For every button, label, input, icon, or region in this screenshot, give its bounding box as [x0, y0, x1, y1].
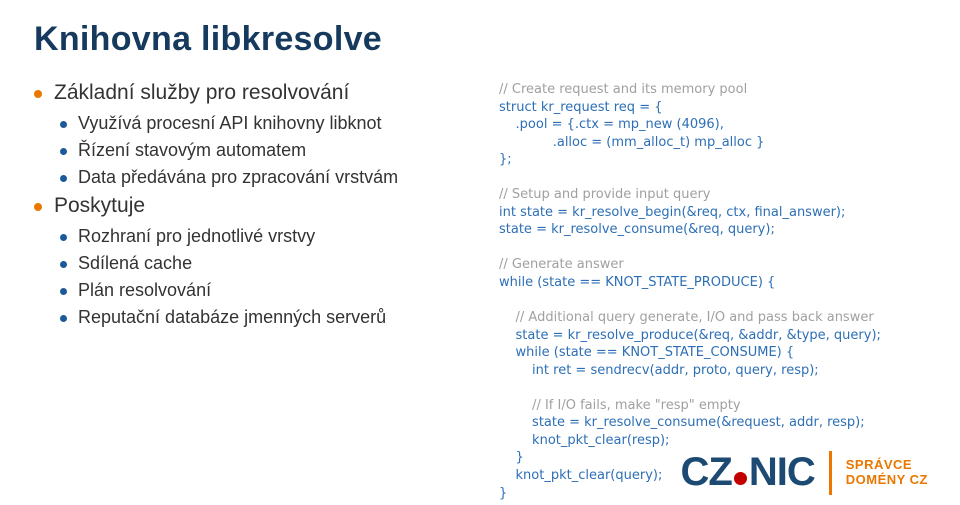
bullet-l1: Základní služby pro resolvování Využívá …	[34, 81, 479, 188]
tagline-line1: SPRÁVCE	[846, 458, 928, 473]
slide-title: Knihovna libkresolve	[34, 20, 926, 59]
bullet-text: Rozhraní pro jednotlivé vrstvy	[78, 226, 315, 246]
slide: Knihovna libkresolve Základní služby pro…	[0, 0, 960, 505]
logo-nic: NIC	[749, 450, 815, 495]
bullet-l2: Rozhraní pro jednotlivé vrstvy	[54, 226, 479, 247]
tagline-line2: DOMÉNY CZ	[846, 473, 928, 488]
code-line: state = kr_resolve_consume(&request, add…	[499, 415, 865, 430]
logo-dot-icon	[734, 472, 747, 485]
code-line: }	[499, 450, 524, 465]
content-row: Základní služby pro resolvování Využívá …	[34, 81, 926, 505]
code-comment: // Additional query generate, I/O and pa…	[499, 310, 874, 325]
bullet-text: Základní služby pro resolvování	[54, 81, 349, 104]
bullet-text: Sdílená cache	[78, 253, 192, 273]
left-column: Základní služby pro resolvování Využívá …	[34, 81, 479, 505]
bullet-l2: Řízení stavovým automatem	[54, 140, 479, 161]
bullet-l2: Data předávána pro zpracování vrstvám	[54, 167, 479, 188]
code-line: .pool = {.ctx = mp_new (4096),	[499, 117, 724, 132]
bullet-text: Využívá procesní API knihovny libknot	[78, 113, 382, 133]
bullet-text: Data předávána pro zpracování vrstvám	[78, 167, 398, 187]
bullet-l2: Sdílená cache	[54, 253, 479, 274]
code-line: knot_pkt_clear(query);	[499, 468, 662, 483]
bullet-l2: Reputační databáze jmenných serverů	[54, 307, 479, 328]
code-line: knot_pkt_clear(resp);	[499, 433, 669, 448]
code-comment: // Setup and provide input query	[499, 187, 711, 202]
code-line: .alloc = (mm_alloc_t) mp_alloc }	[499, 135, 764, 150]
bullet-l1: Poskytuje Rozhraní pro jednotlivé vrstvy…	[34, 194, 479, 328]
logo-cz: CZ	[681, 450, 732, 495]
code-line: while (state == KNOT_STATE_PRODUCE) {	[499, 275, 775, 290]
footer-tagline: SPRÁVCE DOMÉNY CZ	[846, 458, 928, 488]
title-text-1: Knihovna	[34, 20, 201, 58]
code-line: while (state == KNOT_STATE_CONSUME) {	[499, 345, 794, 360]
bullet-l2: Plán resolvování	[54, 280, 479, 301]
footer: CZ NIC SPRÁVCE DOMÉNY CZ	[681, 450, 928, 495]
bullet-text: Řízení stavovým automatem	[78, 140, 306, 160]
bullet-text: Poskytuje	[54, 194, 145, 217]
bullet-sublist: Využívá procesní API knihovny libknot Ří…	[54, 113, 479, 188]
code-line: struct kr_request req = {	[499, 100, 663, 115]
bullet-list: Základní služby pro resolvování Využívá …	[34, 81, 479, 328]
title-text-2: libkresolve	[201, 20, 382, 58]
bullet-sublist: Rozhraní pro jednotlivé vrstvy Sdílená c…	[54, 226, 479, 328]
code-line: int ret = sendrecv(addr, proto, query, r…	[499, 363, 819, 378]
code-block: // Create request and its memory pool st…	[499, 81, 926, 505]
bullet-l2: Využívá procesní API knihovny libknot	[54, 113, 479, 134]
footer-divider	[829, 451, 832, 495]
code-comment: // If I/O fails, make "resp" empty	[499, 398, 741, 413]
code-line: };	[499, 152, 512, 167]
code-line: int state = kr_resolve_begin(&req, ctx, …	[499, 205, 845, 220]
code-line: state = kr_resolve_produce(&req, &addr, …	[499, 328, 881, 343]
code-comment: // Generate answer	[499, 257, 624, 272]
bullet-text: Plán resolvování	[78, 280, 211, 300]
code-comment: // Create request and its memory pool	[499, 82, 747, 97]
code-line: state = kr_resolve_consume(&req, query);	[499, 222, 775, 237]
bullet-text: Reputační databáze jmenných serverů	[78, 307, 386, 327]
cznic-logo: CZ NIC	[681, 450, 815, 495]
code-line: }	[499, 486, 507, 501]
